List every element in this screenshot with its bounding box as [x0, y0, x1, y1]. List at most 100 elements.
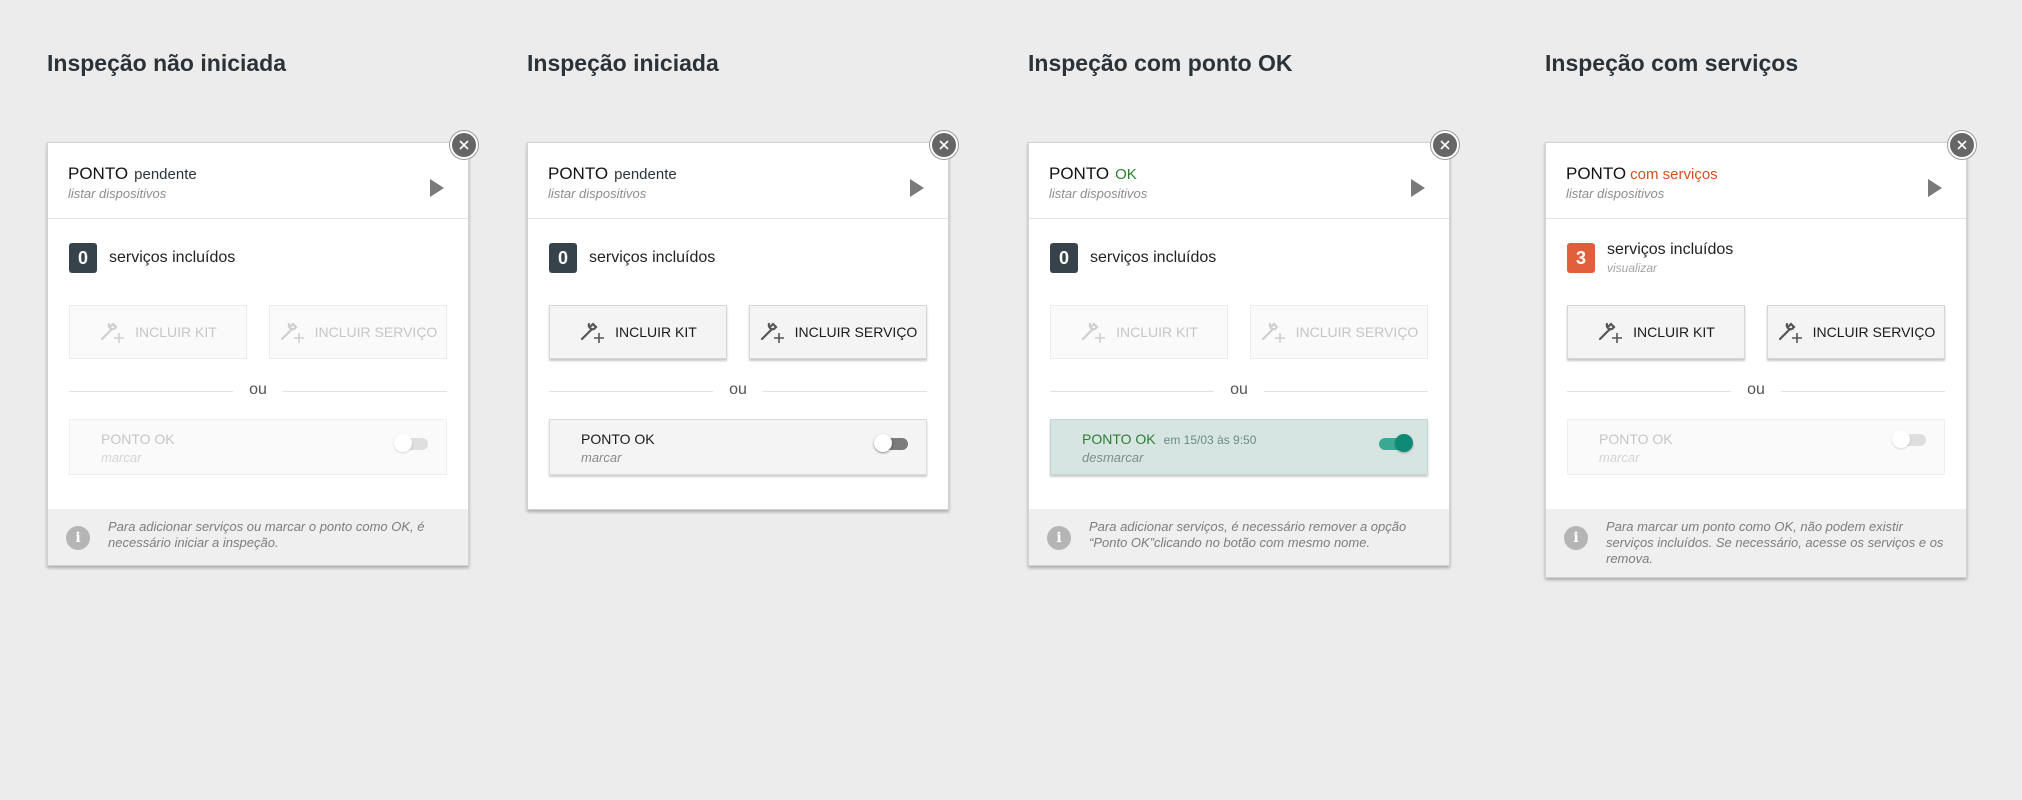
services-summary: 3 serviços incluídos visualizar: [1567, 241, 1734, 275]
services-count-badge: 0: [1050, 243, 1078, 273]
services-summary: 0 serviços incluídos: [69, 243, 235, 273]
card-header[interactable]: PONTO pendente listar dispositivos: [528, 143, 948, 219]
footer-text: Para marcar um ponto como OK, não podem …: [1606, 519, 1944, 566]
point-ok-toggle[interactable]: [394, 434, 428, 452]
or-label: ou: [1214, 381, 1264, 399]
services-label: serviços incluídos: [109, 249, 236, 266]
services-label: serviços incluídos: [589, 249, 716, 266]
include-kit-button[interactable]: INCLUIR KIT: [1567, 305, 1745, 359]
services-count-badge: 0: [549, 243, 577, 273]
point-card: PONTO OK listar dispositivos 0 serviços i…: [1028, 131, 1459, 566]
point-label: PONTO: [1566, 164, 1627, 183]
toggle-knob: [1892, 430, 1910, 448]
card-body: 0 serviços incluídos INCLUIR KIT INCLUIR…: [1029, 219, 1449, 509]
point-card: PONTO pendente listar dispositivos 0 serv…: [47, 131, 478, 566]
point-title: PONTO OK: [1049, 164, 1137, 184]
card-header[interactable]: PONTO com serviços listar dispositivos: [1546, 143, 1966, 219]
card-body: 0 serviços incluídos INCLUIR KIT INCLUIR…: [528, 219, 948, 509]
point-status: pendente: [134, 166, 197, 183]
include-service-button[interactable]: INCLUIR SERVIÇO: [269, 305, 447, 359]
point-label: PONTO: [548, 164, 609, 183]
include-kit-button[interactable]: INCLUIR KIT: [69, 305, 247, 359]
include-service-label: INCLUIR SERVIÇO: [1295, 324, 1419, 340]
point-ok-date: em 15/03 às 9:50: [1163, 433, 1257, 447]
play-arrow-icon[interactable]: [430, 179, 444, 197]
point-card: PONTO com serviços listar dispositivos 3 …: [1545, 131, 1976, 578]
point-ok-row[interactable]: PONTO OK marcar: [1567, 419, 1945, 475]
card-header[interactable]: PONTO OK listar dispositivos: [1029, 143, 1449, 219]
include-kit-label: INCLUIR KIT: [135, 324, 217, 340]
or-label: ou: [233, 381, 283, 399]
point-ok-row[interactable]: PONTO OK em 15/03 às 9:50 desmarcar: [1050, 419, 1428, 475]
point-label: PONTO: [1049, 164, 1110, 183]
point-ok-toggle[interactable]: [1892, 430, 1926, 448]
column-heading: Inspeção com serviços: [1545, 50, 1799, 76]
info-icon: i: [66, 526, 90, 550]
toggle-knob: [1395, 434, 1413, 452]
list-devices-link[interactable]: listar dispositivos: [1566, 186, 1664, 201]
include-service-label: INCLUIR SERVIÇO: [794, 324, 918, 340]
wrench-add-icon: [280, 322, 304, 343]
point-ok-toggle[interactable]: [1379, 434, 1413, 452]
include-service-button[interactable]: INCLUIR SERVIÇO: [749, 305, 927, 359]
footer-text: Para adicionar serviços ou marcar o pont…: [108, 519, 425, 550]
toggle-knob: [874, 434, 892, 452]
point-ok-sub: marcar: [1599, 450, 1640, 465]
column-heading: Inspeção iniciada: [527, 50, 719, 76]
card-footer: i Para adicionar serviços, é necessário …: [1029, 509, 1449, 565]
list-devices-link[interactable]: listar dispositivos: [1049, 186, 1147, 201]
point-title: PONTO pendente: [548, 164, 677, 184]
or-label: ou: [713, 381, 763, 399]
include-kit-button[interactable]: INCLUIR KIT: [549, 305, 727, 359]
point-ok-label: PONTO OK: [1599, 431, 1673, 447]
point-status: pendente: [614, 166, 677, 183]
point-label: PONTO: [68, 164, 129, 183]
include-kit-button[interactable]: INCLUIR KIT: [1050, 305, 1228, 359]
play-arrow-icon[interactable]: [910, 179, 924, 197]
services-summary: 0 serviços incluídos: [549, 243, 715, 273]
column-heading: Inspeção não iniciada: [47, 50, 287, 76]
point-ok-label: PONTO OK: [581, 431, 655, 447]
view-services-link[interactable]: visualizar: [1607, 261, 1733, 275]
card-header[interactable]: PONTO pendente listar dispositivos: [48, 143, 468, 219]
card-body: 3 serviços incluídos visualizar INCLUIR …: [1546, 219, 1966, 509]
column-heading: Inspeção com ponto OK: [1028, 50, 1293, 76]
card-footer: i Para marcar um ponto como OK, não pode…: [1546, 509, 1966, 577]
wrench-add-icon: [101, 322, 125, 343]
include-kit-label: INCLUIR KIT: [1633, 324, 1715, 340]
wrench-add-icon: [1778, 322, 1802, 343]
play-arrow-icon[interactable]: [1411, 179, 1425, 197]
list-devices-link[interactable]: listar dispositivos: [548, 186, 646, 201]
services-summary: 0 serviços incluídos: [1050, 243, 1216, 273]
point-ok-label-line: PONTO OK em 15/03 às 9:50: [1082, 431, 1256, 447]
point-ok-row[interactable]: PONTO OK marcar: [69, 419, 447, 475]
card-body: 0 serviços incluídos INCLUIR KIT INCLUIR…: [48, 219, 468, 509]
services-count-badge: 0: [69, 243, 97, 273]
point-ok-toggle[interactable]: [874, 434, 908, 452]
include-service-button[interactable]: INCLUIR SERVIÇO: [1767, 305, 1945, 359]
footer-text: Para adicionar serviços, é necessário re…: [1089, 519, 1407, 550]
wrench-add-icon: [581, 322, 605, 343]
play-arrow-icon[interactable]: [1928, 179, 1942, 197]
point-ok-sub: marcar: [101, 450, 142, 465]
point-ok-row[interactable]: PONTO OK marcar: [549, 419, 927, 475]
wrench-add-icon: [1082, 322, 1106, 343]
services-label: serviços incluídos: [1090, 249, 1217, 266]
or-label: ou: [1731, 381, 1781, 399]
toggle-knob: [394, 434, 412, 452]
wrench-add-icon: [1261, 322, 1285, 343]
wrench-add-icon: [1599, 322, 1623, 343]
services-label: serviços incluídos: [1607, 241, 1734, 258]
info-icon: i: [1564, 526, 1588, 550]
info-icon: i: [1047, 526, 1071, 550]
point-ok-label: PONTO OK: [1082, 431, 1156, 447]
include-service-label: INCLUIR SERVIÇO: [314, 324, 438, 340]
include-kit-label: INCLUIR KIT: [1116, 324, 1198, 340]
point-ok-sub: desmarcar: [1082, 450, 1144, 465]
point-ok-sub: marcar: [581, 450, 622, 465]
point-status: com serviços: [1630, 166, 1718, 183]
services-count-badge: 3: [1567, 243, 1595, 273]
include-service-button[interactable]: INCLUIR SERVIÇO: [1250, 305, 1428, 359]
list-devices-link[interactable]: listar dispositivos: [68, 186, 166, 201]
include-service-label: INCLUIR SERVIÇO: [1812, 324, 1936, 340]
